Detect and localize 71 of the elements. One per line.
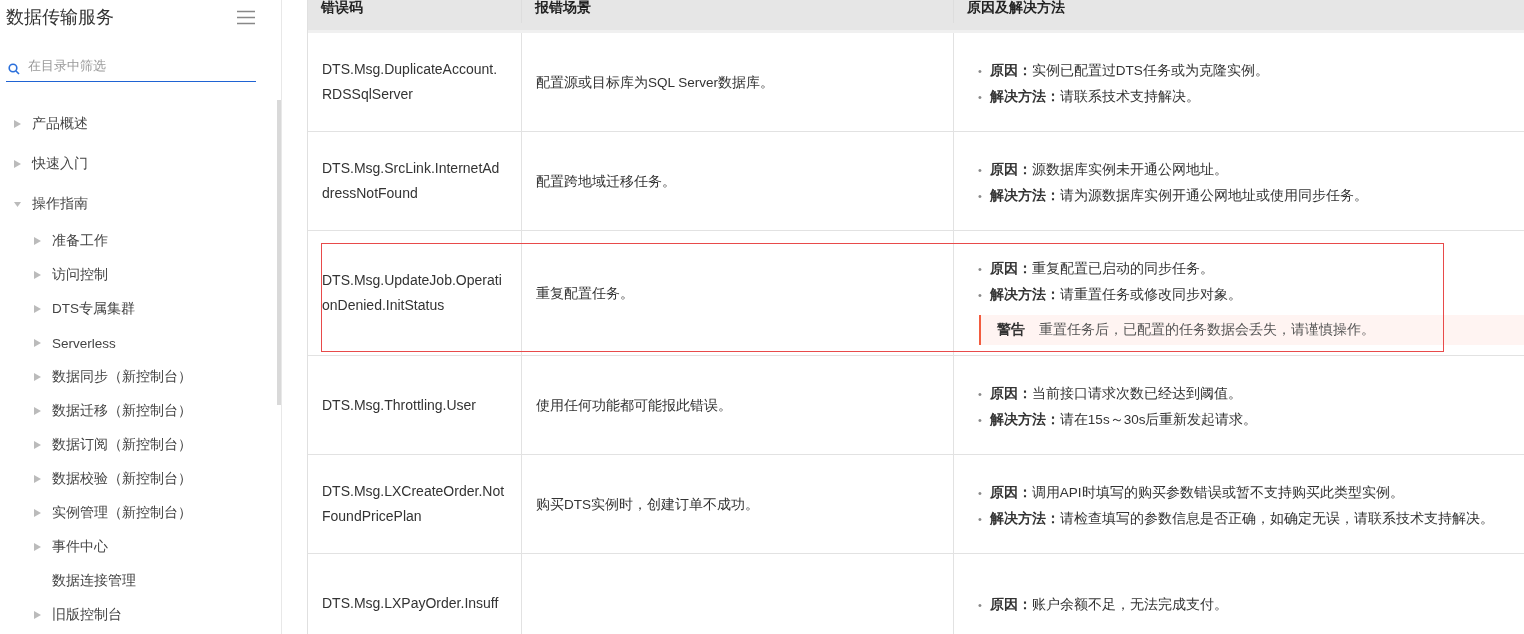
menu-icon[interactable]	[237, 9, 255, 25]
tree-item[interactable]: 数据同步（新控制台）	[52, 368, 192, 386]
error-scene: 购买DTS实例时，创建订单不成功。	[536, 495, 760, 514]
bullet: •	[978, 90, 982, 105]
caret-right-icon[interactable]	[14, 160, 21, 168]
bullet: •	[978, 288, 982, 303]
tree-item[interactable]: 事件中心	[52, 538, 108, 556]
column-header: 错误码	[308, 0, 522, 23]
tree-item[interactable]: DTS专属集群	[52, 300, 135, 318]
column-header: 原因及解决方法	[954, 0, 1524, 23]
error-code: DTS.Msg.LXPayOrder.Insuff	[322, 593, 500, 613]
caret-down-icon[interactable]	[14, 200, 21, 208]
tree-item[interactable]: Serverless	[52, 335, 116, 351]
bullet: •	[978, 486, 982, 501]
cause-item: 原因：源数据库实例未开通公网地址。	[989, 161, 1228, 179]
bullet: •	[978, 413, 982, 428]
tree-item[interactable]: 操作指南	[32, 195, 88, 213]
tree-item[interactable]: 数据迁移（新控制台）	[52, 402, 192, 420]
error-code: DTS.Msg.Throttling.User	[322, 395, 478, 415]
warning-label: 警告	[997, 321, 1025, 339]
caret-right-icon[interactable]	[34, 543, 41, 551]
bullet: •	[978, 189, 982, 204]
error-scene: 使用任何功能都可能报此错误。	[536, 396, 733, 415]
error-code: DTS.Msg.UpdateJob.OperationDenied.InitStatus	[322, 271, 503, 315]
bullet: •	[978, 64, 982, 79]
bullet: •	[978, 163, 982, 178]
caret-right-icon[interactable]	[34, 475, 41, 483]
cause-item: 原因：账户余额不足，无法完成支付。	[989, 596, 1228, 614]
tree-item[interactable]: 数据校验（新控制台）	[52, 470, 192, 488]
search-icon	[8, 63, 20, 75]
caret-right-icon[interactable]	[34, 237, 41, 245]
cause-item: 解决方法：请重置任务或修改同步对象。	[989, 286, 1242, 304]
cause-item: 解决方法：请为源数据库实例开通公网地址或使用同步任务。	[989, 187, 1368, 205]
cause-item: 原因：重复配置已启动的同步任务。	[989, 260, 1214, 278]
tree-item[interactable]: 数据连接管理	[52, 572, 136, 590]
error-scene: 配置跨地域迁移任务。	[536, 172, 677, 191]
error-code: DTS.Msg.LXCreateOrder.NotFoundPricePlan	[322, 482, 506, 526]
scrollbar[interactable]	[277, 100, 281, 405]
warning-text: 重置任务后，已配置的任务数据会丢失，请谨慎操作。	[1039, 321, 1375, 339]
tree-item[interactable]: 准备工作	[52, 232, 108, 250]
caret-right-icon[interactable]	[34, 339, 41, 347]
error-scene: 配置源或目标库为SQL Server数据库。	[536, 73, 776, 92]
caret-right-icon[interactable]	[34, 509, 41, 517]
error-code: DTS.Msg.SrcLink.InternetAddressNotFound	[322, 159, 501, 203]
tree-item[interactable]: 产品概述	[32, 115, 88, 133]
cause-item: 原因：实例已配置过DTS任务或为克隆实例。	[989, 62, 1269, 80]
caret-right-icon[interactable]	[34, 441, 41, 449]
caret-right-icon[interactable]	[34, 407, 41, 415]
cause-item: 解决方法：请在15s～30s后重新发起请求。	[989, 411, 1258, 429]
tree-item[interactable]: 数据订阅（新控制台）	[52, 436, 192, 454]
caret-right-icon[interactable]	[14, 120, 21, 128]
error-scene: 重复配置任务。	[536, 284, 635, 303]
bullet: •	[978, 387, 982, 402]
column-header: 报错场景	[522, 0, 954, 23]
tree-item[interactable]: 旧版控制台	[52, 606, 122, 624]
tree-item[interactable]: 访问控制	[52, 266, 108, 284]
caret-right-icon[interactable]	[34, 271, 41, 279]
cause-item: 原因：当前接口请求次数已经达到阈值。	[989, 385, 1242, 403]
caret-right-icon[interactable]	[34, 305, 41, 313]
caret-right-icon[interactable]	[34, 611, 41, 619]
sidebar-title: 数据传输服务	[6, 6, 114, 29]
cause-item: 原因：调用API时填写的购买参数错误或暂不支持购买此类型实例。	[989, 484, 1404, 502]
bullet: •	[978, 512, 982, 527]
bullet: •	[978, 262, 982, 277]
cause-item: 解决方法：请联系技术支持解决。	[989, 88, 1200, 106]
bullet: •	[978, 598, 982, 613]
caret-right-icon[interactable]	[34, 373, 41, 381]
tree-item[interactable]: 实例管理（新控制台）	[52, 504, 192, 522]
tree-item[interactable]: 快速入门	[32, 155, 88, 173]
error-code: DTS.Msg.DuplicateAccount.RDSSqlServer	[322, 60, 499, 104]
cause-item: 解决方法：请检查填写的参数信息是否正确，如确定无误，请联系技术支持解决。	[989, 510, 1494, 528]
